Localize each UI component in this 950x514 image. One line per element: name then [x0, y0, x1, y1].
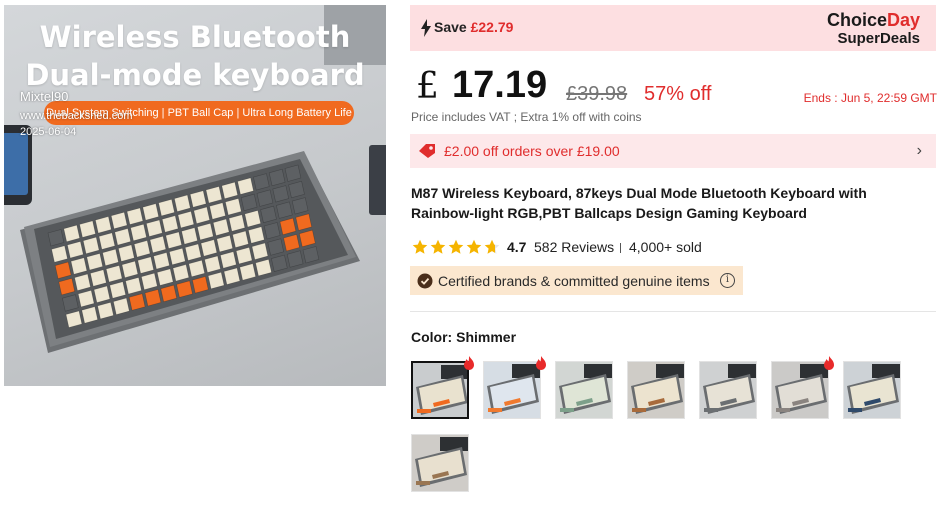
color-swatch-green[interactable]: [555, 361, 613, 419]
save-value: £22.79: [470, 19, 514, 35]
product-title: M87 Wireless Keyboard, 87keys Dual Mode …: [411, 185, 867, 221]
certified-text: Certified brands & committed genuine ite…: [438, 273, 710, 289]
swatch-thumbnail: [772, 362, 828, 418]
fire-icon: [824, 356, 834, 370]
color-swatch-blue[interactable]: [483, 361, 541, 419]
star-icon: [466, 239, 482, 254]
star-icon: [484, 239, 500, 254]
lightning-icon: [421, 19, 431, 37]
swatch-thumbnail: [844, 362, 900, 418]
original-price: £39.98: [566, 83, 628, 105]
star-icon: [430, 239, 446, 254]
save-amount: Save £22.79: [434, 19, 513, 35]
color-swatch-shimmer[interactable]: [411, 361, 469, 419]
chevron-right-icon[interactable]: ›: [917, 142, 922, 160]
hero-title-line2: Dual-mode keyboard: [25, 58, 365, 92]
review-count[interactable]: 582 Reviews: [534, 239, 614, 255]
color-swatch-coffee[interactable]: [411, 434, 469, 492]
color-swatch-brown[interactable]: [627, 361, 685, 419]
coupon-bar[interactable]: £2.00 off orders over £19.00 ›: [410, 134, 936, 168]
star-icon: [412, 239, 428, 254]
color-label: Color: Shimmer: [411, 329, 517, 345]
section-divider: [410, 311, 936, 312]
watermark-site: www.thebackshed.com: [20, 110, 133, 122]
price-currency: £: [416, 66, 439, 107]
superdeals-banner: Save £22.79 ChoiceDay SuperDeals: [410, 5, 936, 51]
discount-percent: 57% off: [644, 83, 712, 105]
save-label: Save: [434, 19, 467, 35]
swatch-thumbnail: [412, 435, 468, 491]
swatch-thumbnail: [556, 362, 612, 418]
vat-note: Price includes VAT ; Extra 1% off with c…: [411, 110, 642, 124]
info-icon[interactable]: i: [720, 273, 735, 288]
color-swatch-navy[interactable]: [843, 361, 901, 419]
watermark-date: 2025-06-04: [20, 126, 77, 138]
swatch-thumbnail: [700, 362, 756, 418]
color-swatch-mixed[interactable]: [699, 361, 757, 419]
choiceday-logo: ChoiceDay SuperDeals: [827, 10, 920, 47]
hero-title-line1: Wireless Bluetooth: [39, 20, 351, 54]
current-price: 17.19: [452, 64, 548, 106]
swatch-thumbnail: [484, 362, 540, 418]
tag-icon: [419, 144, 435, 158]
fire-icon: [464, 356, 474, 370]
color-swatch-grey[interactable]: [771, 361, 829, 419]
brand-superdeals: SuperDeals: [837, 30, 920, 47]
deal-ends-time: Ends : Jun 5, 22:59 GMT: [803, 91, 937, 105]
swatch-thumbnail: [628, 362, 684, 418]
swatch-thumbnail: [413, 363, 467, 417]
sold-count: 4,000+ sold: [629, 239, 702, 255]
divider: [620, 243, 621, 253]
brand-choice: Choice: [826, 10, 887, 30]
certified-badge: Certified brands & committed genuine ite…: [410, 266, 743, 295]
star-icon: [448, 239, 464, 254]
watermark-name: Mixtel90: [20, 89, 69, 104]
fire-icon: [536, 356, 546, 370]
product-main-image[interactable]: Wireless Bluetooth Dual-mode keyboard Du…: [4, 5, 386, 386]
coupon-text: £2.00 off orders over £19.00: [444, 143, 620, 159]
brand-day: Day: [886, 10, 920, 30]
rating-value: 4.7: [507, 239, 527, 255]
check-seal-icon: [417, 273, 433, 289]
